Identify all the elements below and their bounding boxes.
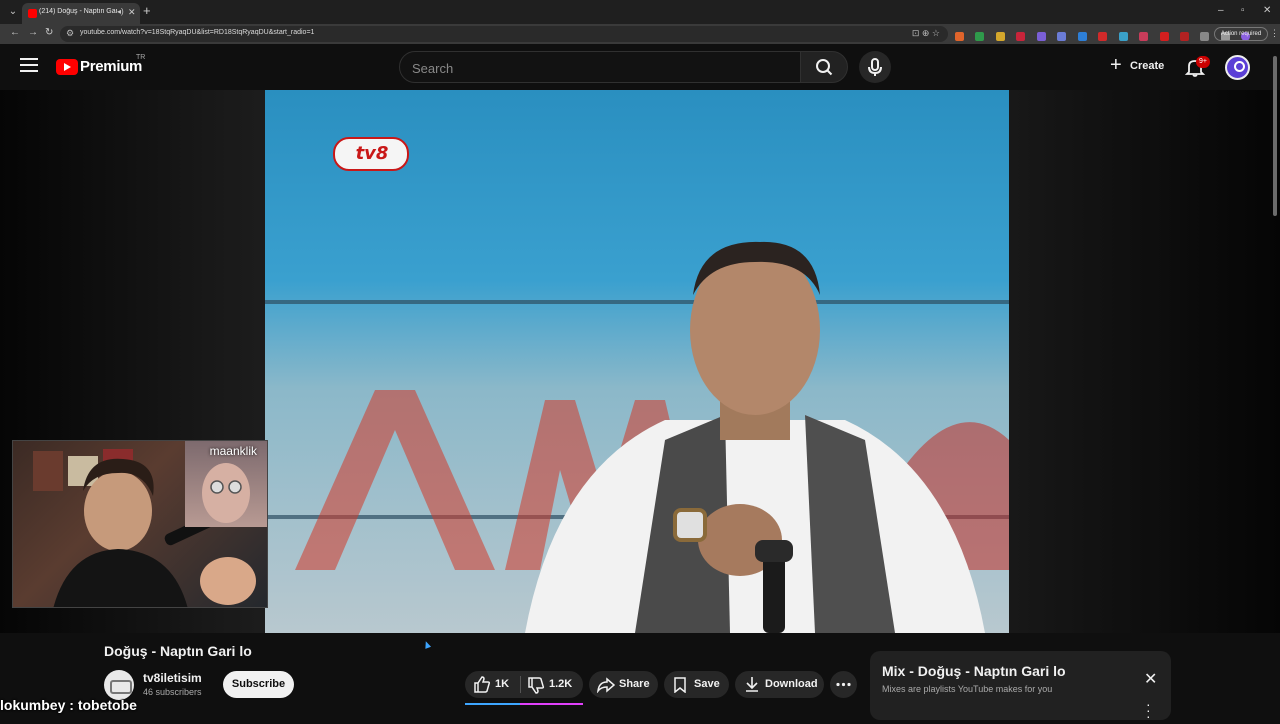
channel-avatar[interactable] (104, 670, 134, 700)
share-button[interactable]: Share (589, 671, 658, 698)
browser-tab[interactable]: (214) Doğuş - Naptın Gari l ◂) ✕ (22, 3, 140, 24)
save-button[interactable]: Save (664, 671, 729, 698)
browser-tab-bar: ⌄ (214) Doğuş - Naptın Gari l ◂) ✕ + – ▫… (0, 0, 1280, 24)
country-code: TR (136, 54, 146, 61)
scrollbar-thumb[interactable] (1273, 56, 1277, 216)
reload-icon[interactable]: ↻ (45, 27, 53, 38)
site-info-icon[interactable]: ⚙ (66, 28, 74, 39)
extension-icon[interactable] (1036, 32, 1046, 42)
action-required-button[interactable]: Action required (1214, 27, 1268, 41)
forward-icon[interactable]: → (28, 27, 38, 38)
url-text: youtube.com/watch?v=18StqRyaqDU&list=RD1… (80, 29, 315, 36)
extension-icon[interactable] (1057, 32, 1067, 42)
address-bar[interactable]: ⚙ youtube.com/watch?v=18StqRyaqDU&list=R… (60, 26, 948, 42)
youtube-masthead: Premium TR + Create 9+ (0, 44, 1280, 90)
extensions-row (955, 28, 1257, 42)
youtube-logo-icon[interactable] (56, 59, 78, 75)
tab-title: (214) Doğuş - Naptın Gari l (39, 8, 117, 15)
like-count[interactable]: 1K (495, 671, 509, 698)
extension-icon[interactable] (1077, 32, 1087, 42)
mix-subtitle: Mixes are playlists YouTube makes for yo… (882, 684, 1053, 694)
extension-icon[interactable] (1159, 32, 1169, 42)
bookmark-star-icon[interactable]: ⊡ ⊕ ☆ (912, 28, 940, 39)
hamburger-menu-icon[interactable] (20, 58, 38, 72)
more-horizontal-icon (836, 682, 851, 687)
extension-icon[interactable] (1139, 32, 1149, 42)
voice-search-button[interactable] (859, 51, 891, 83)
mix-title[interactable]: Mix - Doğuş - Naptın Gari lo (882, 663, 1066, 679)
maximize-icon[interactable]: ▫ (1241, 5, 1245, 16)
new-tab-icon[interactable]: + (143, 3, 151, 18)
thumbs-down-icon[interactable] (527, 677, 545, 694)
close-tab-icon[interactable]: ✕ (128, 7, 136, 18)
extension-icon[interactable] (955, 32, 964, 42)
microphone-icon (868, 58, 882, 76)
search-icon (816, 59, 833, 76)
extension-icon[interactable] (975, 32, 985, 42)
more-vertical-icon[interactable]: · · · (1146, 697, 1151, 723)
mouse-cursor (422, 640, 432, 649)
channel-name[interactable]: tv8iletisim (143, 671, 202, 685)
chat-text: tobetobe (77, 697, 137, 713)
chat-separator: : (65, 697, 78, 713)
download-icon (746, 677, 758, 692)
more-actions-button[interactable] (830, 671, 857, 698)
extension-icon[interactable] (1118, 32, 1128, 42)
dislike-ratio-fill (520, 703, 583, 705)
youtube-favicon-icon (28, 9, 37, 18)
save-label: Save (694, 678, 720, 690)
puzzle-icon[interactable] (1200, 32, 1210, 42)
subscribe-button[interactable]: Subscribe (223, 671, 294, 698)
thumbs-up-icon[interactable] (473, 676, 491, 693)
extension-icon[interactable] (1098, 32, 1108, 42)
page-scrollbar[interactable] (1272, 46, 1278, 720)
share-icon (597, 677, 615, 693)
chat-username: lokumbey (0, 697, 66, 713)
tab-search-icon[interactable]: ⌄ (6, 5, 20, 19)
create-label: Create (1130, 60, 1165, 72)
stream-chat-message: lokumbey : tobetobe (0, 697, 137, 717)
plus-icon: + (1110, 54, 1122, 76)
browser-toolbar: ← → ↻ ⚙ youtube.com/watch?v=18StqRyaqDU&… (0, 24, 1280, 44)
extension-icon[interactable] (1179, 32, 1189, 42)
search-button[interactable] (800, 51, 848, 83)
performer-figure (525, 241, 985, 633)
streamer-webcam: maanklik (12, 440, 268, 608)
create-button[interactable]: + Create (1104, 52, 1174, 82)
dislike-count[interactable]: 1.2K (549, 671, 572, 698)
share-label: Share (619, 678, 650, 690)
like-divider (520, 676, 521, 693)
like-ratio-bar (465, 703, 583, 705)
notification-count-badge: 9+ (1196, 56, 1210, 68)
channel-bug-text: tv8 (355, 143, 389, 164)
extension-icon[interactable] (995, 32, 1005, 42)
webcam-inset-label: maanklik (209, 444, 257, 458)
like-dislike-group: 1K 1.2K (465, 671, 583, 698)
bookmark-icon (674, 677, 686, 693)
download-label: Download (765, 678, 818, 690)
tv8-channel-logo: tv8 (333, 137, 409, 171)
download-button[interactable]: Download (735, 671, 824, 698)
video-title: Doğuş - Naptın Gari lo (104, 643, 252, 659)
close-icon[interactable]: ✕ (1144, 669, 1157, 689)
search-box (399, 51, 801, 83)
extension-icon[interactable] (1016, 32, 1026, 42)
mix-playlist-panel[interactable]: Mix - Doğuş - Naptın Gari lo Mixes are p… (870, 651, 1171, 723)
subscriber-count: 46 subscribers (143, 687, 202, 697)
like-ratio-fill (465, 703, 520, 705)
back-icon[interactable]: ← (10, 27, 20, 38)
account-avatar[interactable] (1225, 55, 1250, 80)
minimize-icon[interactable]: – (1218, 5, 1224, 16)
youtube-premium-wordmark[interactable]: Premium (80, 58, 142, 75)
speaker-icon[interactable]: ◂) (117, 7, 124, 16)
search-input[interactable] (412, 59, 782, 77)
window-close-icon[interactable]: ✕ (1263, 5, 1271, 16)
kebab-menu-icon[interactable]: ⋮ (1270, 28, 1279, 39)
video-player[interactable]: tv8 (265, 90, 1009, 633)
